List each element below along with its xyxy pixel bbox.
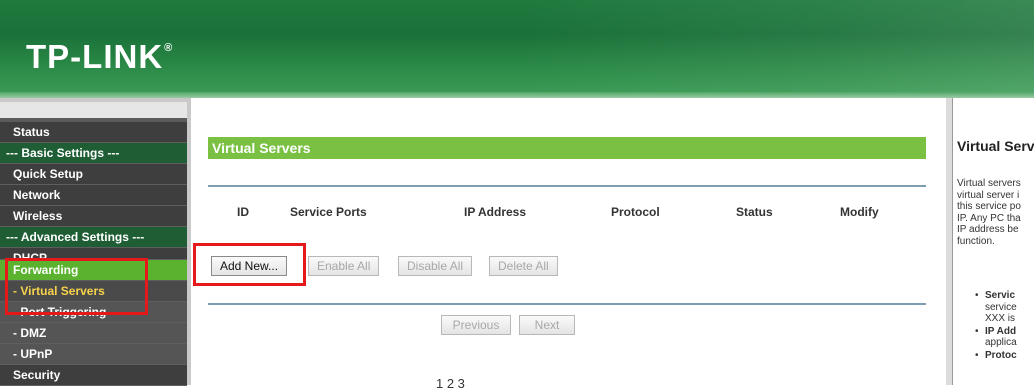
next-button[interactable]: Next: [519, 315, 575, 335]
sidebar-group-advanced-settings: --- Advanced Settings ---: [0, 227, 187, 248]
help-list-item-head: Protoc: [985, 349, 1017, 361]
help-title: Virtual Servers: [957, 138, 1034, 154]
help-bullet-list: • Servic service XXX is • IP Add applica…: [953, 290, 1034, 362]
sidebar-item-dmz[interactable]: - DMZ: [0, 323, 187, 344]
sidebar-menu: Status --- Basic Settings --- Quick Setu…: [0, 122, 187, 386]
column-header-modify: Modify: [840, 205, 879, 219]
help-list-item: • Protoc: [953, 350, 1034, 362]
help-list-item-head: IP Add: [985, 325, 1017, 337]
bullet-icon: •: [975, 325, 979, 337]
table-bottom-rule: [208, 303, 926, 305]
bullet-icon: •: [975, 290, 979, 301]
registered-mark: ®: [164, 42, 174, 54]
help-line: virtual server i: [957, 189, 1020, 201]
highlight-box-forwarding: [5, 258, 148, 315]
help-line: function.: [957, 235, 995, 247]
column-header-service-ports: Service Ports: [290, 205, 367, 219]
bullet-icon: •: [975, 349, 979, 361]
column-header-status: Status: [736, 205, 773, 219]
tp-link-logo: TP-LINK®: [26, 38, 173, 76]
help-panel: Virtual Servers Virtual servers virtual …: [952, 98, 1034, 385]
header-sheen: [514, 0, 1034, 98]
help-line: IP. Any PC tha: [957, 212, 1021, 224]
sidebar-group-basic-settings: --- Basic Settings ---: [0, 143, 187, 164]
sidebar-item-security[interactable]: Security: [0, 365, 187, 386]
header: TP-LINK®: [0, 0, 1034, 98]
help-line: IP address be: [957, 224, 1019, 235]
column-header-protocol: Protocol: [611, 205, 660, 219]
help-list-item-line: service: [985, 301, 1017, 313]
main-panel: Virtual Servers ID Service Ports IP Addr…: [187, 98, 946, 391]
sidebar-item-upnp[interactable]: - UPnP: [0, 344, 187, 365]
help-list-item: • Servic service XXX is: [953, 290, 1034, 325]
help-line: this service po: [957, 201, 1021, 212]
sidebar-item-status[interactable]: Status: [0, 122, 187, 143]
sidebar-item-quick-setup[interactable]: Quick Setup: [0, 164, 187, 185]
logo-text: TP-LINK: [26, 38, 164, 75]
delete-all-button[interactable]: Delete All: [489, 256, 558, 276]
previous-button[interactable]: Previous: [441, 315, 511, 335]
sidebar-item-network[interactable]: Network: [0, 185, 187, 206]
sidebar: Status --- Basic Settings --- Quick Setu…: [0, 98, 187, 386]
enable-all-button[interactable]: Enable All: [308, 256, 380, 276]
help-list-item: • IP Add applica: [953, 326, 1034, 349]
highlight-box-add-new: [193, 243, 306, 286]
help-description: Virtual servers virtual server i this se…: [957, 178, 1034, 247]
column-header-id: ID: [237, 205, 249, 219]
help-list-item-line: XXX is: [985, 313, 1016, 324]
help-list-item-head: Servic: [985, 290, 1016, 301]
disable-all-button[interactable]: Disable All: [398, 256, 473, 276]
sidebar-top-strip: [0, 102, 187, 118]
help-list-item-line: applica: [985, 337, 1017, 348]
help-line: Virtual servers: [957, 178, 1021, 189]
table-top-rule: [208, 185, 926, 187]
sidebar-item-wireless[interactable]: Wireless: [0, 206, 187, 227]
column-header-ip-address: IP Address: [464, 205, 527, 219]
page-title: Virtual Servers: [208, 137, 926, 159]
page-number: 1 2 3: [436, 376, 465, 391]
